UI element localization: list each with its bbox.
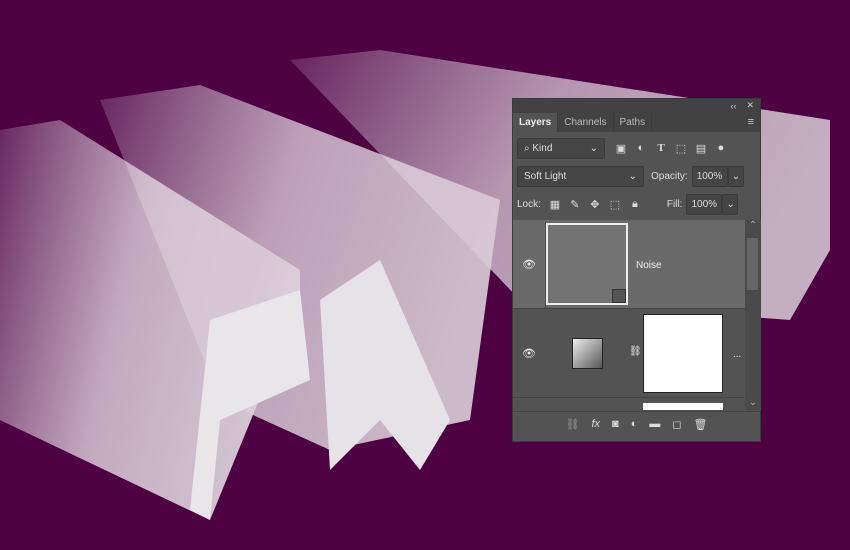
collapse-icon[interactable]: ‹‹ [730,101,736,111]
link-icon[interactable]: ⛓︎ [629,346,642,357]
panel-footer: ⛓︎ fx ◙ ◐ ▬ ◻ 🗑︎ [513,411,760,436]
layers-panel: ‹‹ ✕ Layers Channels Paths ≡ ⌕ Kind ⌄ ▣ ◐… [512,98,761,442]
adjustment-layer-icon [572,338,603,369]
lock-all-icon[interactable]: 🔒︎ [625,198,645,211]
shape-filter-icon[interactable]: ⬚ [671,142,691,155]
visibility-eye-icon[interactable]: 👁︎ [521,258,537,271]
layer-name[interactable]: Noise [636,260,662,271]
smart-object-filter-icon[interactable]: ▤ [691,142,711,155]
smart-object-icon [612,289,626,303]
scrollbar-thumb[interactable] [747,238,758,290]
image-filter-icon[interactable]: ▣ [611,142,631,155]
fill-label: Fill: [666,199,683,210]
panel-menu-icon[interactable]: ≡ [748,116,754,128]
link-layers-icon[interactable]: ⛓︎ [566,418,580,431]
opacity-input[interactable]: 100% [691,166,728,187]
layer-thumbnail [546,223,628,305]
tab-paths[interactable]: Paths [614,113,653,132]
filter-kind-label: Kind [532,143,553,154]
type-filter-icon[interactable]: T [651,142,671,155]
layers-scrollbar[interactable]: ⌃ ⌄ [745,220,761,410]
trash-icon[interactable]: 🗑︎ [694,418,708,431]
tab-channels[interactable]: Channels [558,113,614,132]
lock-transparent-icon[interactable]: ▦ [545,198,565,211]
blend-mode-select[interactable]: Soft Light ⌄ [517,166,644,187]
close-icon[interactable]: ✕ [746,100,754,111]
fill-input[interactable]: 100% [686,194,723,215]
new-adjustment-icon[interactable]: ◐ [631,418,638,430]
more-indicator: ... [733,349,742,360]
new-group-icon[interactable]: ▬ [649,418,660,430]
layers-list: 👁︎ Noise 👁︎ ⛓︎ ... [513,220,745,410]
add-mask-icon[interactable]: ◙ [612,418,619,430]
search-icon: ⌕ [524,143,530,154]
filter-toggle[interactable]: ● [711,142,731,155]
layer-row-noise[interactable]: 👁︎ Noise [513,220,745,309]
lock-image-icon[interactable]: ✎ [565,198,585,211]
fx-icon[interactable]: fx [591,418,600,430]
visibility-eye-icon[interactable]: 👁︎ [521,347,537,360]
new-layer-icon[interactable]: ◻ [672,418,681,431]
opacity-dropdown[interactable]: ⌄ [727,166,744,187]
filter-kind-select[interactable]: ⌕ Kind ⌄ [517,138,605,159]
lock-position-icon[interactable]: ✥ [585,198,605,211]
fill-dropdown[interactable]: ⌄ [722,194,739,215]
layer-mask-thumbnail[interactable] [643,314,723,393]
lock-artboard-icon[interactable]: ⬚ [605,198,625,211]
opacity-label: Opacity: [651,171,688,182]
layer-row-adjustment[interactable]: 👁︎ ⛓︎ ... [513,309,745,398]
lock-label: Lock: [517,199,541,210]
chevron-down-icon: ⌄ [628,171,637,182]
chevron-down-icon: ⌄ [589,143,598,154]
adjustment-filter-icon[interactable]: ◐ [631,142,651,155]
blend-mode-value: Soft Light [524,171,567,182]
tab-layers[interactable]: Layers [513,113,559,132]
